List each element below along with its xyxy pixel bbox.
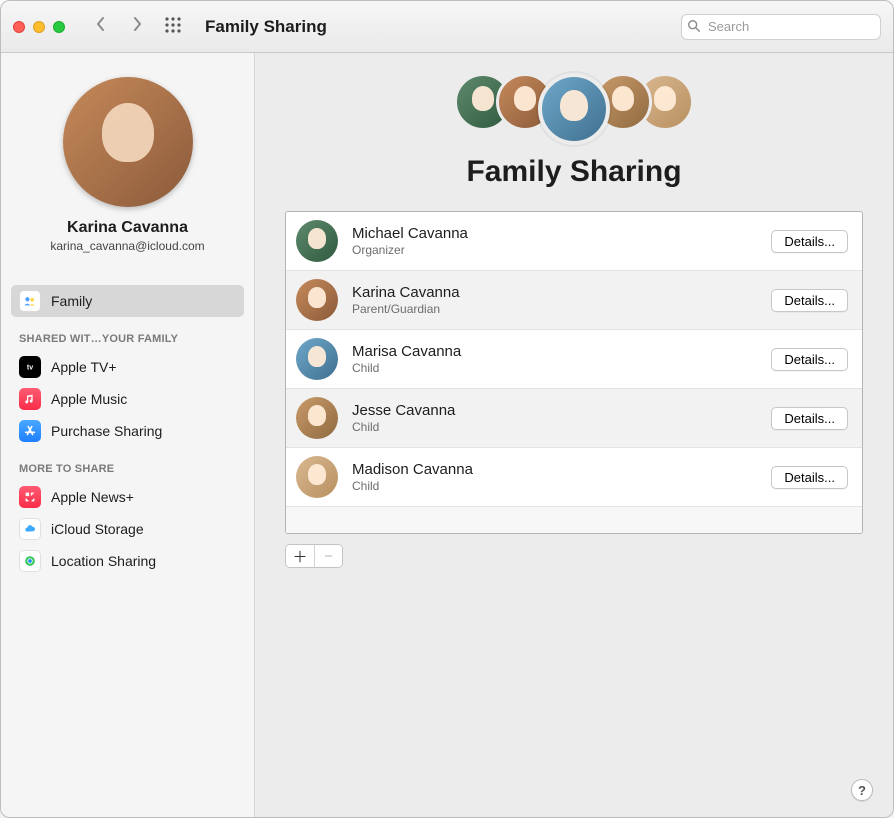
details-button[interactable]: Details... — [771, 407, 848, 430]
sidebar-item-applenews[interactable]: Apple News+ — [11, 481, 244, 513]
sidebar-item-label: Family — [51, 293, 92, 309]
findmy-icon — [19, 550, 41, 572]
question-icon: ? — [858, 783, 866, 798]
profile-avatar[interactable] — [63, 77, 193, 207]
sidebar-item-label: Apple TV+ — [51, 359, 117, 375]
member-text: Jesse CavannaChild — [352, 402, 757, 434]
window-controls — [13, 21, 65, 33]
chevron-left-icon — [95, 16, 107, 37]
content: Family Sharing Michael CavannaOrganizer D… — [255, 53, 893, 817]
member-row[interactable]: Marisa CavannaChild Details... — [286, 330, 862, 389]
sidebar-item-family[interactable]: Family — [11, 285, 244, 317]
sidebar-item-purchase-sharing[interactable]: Purchase Sharing — [11, 415, 244, 447]
search-wrap — [681, 14, 881, 40]
member-role: Child — [352, 420, 757, 434]
members-table: Michael CavannaOrganizerDetails...Karina… — [285, 211, 863, 534]
member-row[interactable]: Karina CavannaParent/Guardian Details... — [286, 271, 862, 330]
plus-icon: ＋ — [292, 546, 307, 567]
member-role: Parent/Guardian — [352, 302, 757, 316]
member-avatar — [296, 456, 338, 498]
hero-title: Family Sharing — [285, 155, 863, 189]
sidebar: Karina Cavanna karina_cavanna@icloud.com… — [1, 53, 255, 817]
sidebar-item-appletv[interactable]: tv Apple TV+ — [11, 351, 244, 383]
add-remove-control: ＋ − — [285, 544, 343, 568]
help-button[interactable]: ? — [851, 779, 873, 801]
sidebar-main-list: Family — [11, 285, 244, 317]
profile-email: karina_cavanna@icloud.com — [17, 239, 238, 253]
svg-text:tv: tv — [27, 365, 33, 372]
show-all-button[interactable] — [159, 15, 187, 39]
member-avatar — [296, 279, 338, 321]
sidebar-item-icloud-storage[interactable]: iCloud Storage — [11, 513, 244, 545]
member-avatar — [296, 397, 338, 439]
member-role: Child — [352, 361, 757, 375]
member-text: Madison CavannaChild — [352, 461, 757, 493]
minus-icon: − — [324, 548, 333, 565]
member-role: Organizer — [352, 243, 757, 257]
member-avatar — [296, 338, 338, 380]
sidebar-item-label: iCloud Storage — [51, 521, 144, 537]
news-icon — [19, 486, 41, 508]
window: Family Sharing Karina Cavanna karina_cav… — [0, 0, 894, 818]
member-text: Karina CavannaParent/Guardian — [352, 284, 757, 316]
member-role: Child — [352, 479, 757, 493]
details-button[interactable]: Details... — [771, 289, 848, 312]
profile-name: Karina Cavanna — [17, 219, 238, 237]
close-window-button[interactable] — [13, 21, 25, 33]
grid-icon — [164, 16, 182, 37]
body: Karina Cavanna karina_cavanna@icloud.com… — [1, 53, 893, 817]
search-icon — [687, 19, 701, 36]
member-row[interactable]: Michael CavannaOrganizer Details... — [286, 212, 862, 271]
appletv-icon: tv — [19, 356, 41, 378]
profile-block: Karina Cavanna karina_cavanna@icloud.com — [1, 53, 254, 271]
appstore-icon — [19, 420, 41, 442]
toolbar: Family Sharing — [1, 1, 893, 53]
sidebar-item-location-sharing[interactable]: Location Sharing — [11, 545, 244, 577]
sidebar-section-header-2: MORE TO SHARE — [1, 447, 254, 479]
stack-avatar — [538, 73, 610, 145]
member-avatar — [296, 220, 338, 262]
forward-button[interactable] — [123, 15, 151, 39]
icloud-icon — [19, 518, 41, 540]
sidebar-item-label: Apple News+ — [51, 489, 134, 505]
sidebar-section-header-1: SHARED WIT…YOUR FAMILY — [1, 317, 254, 349]
details-button[interactable]: Details... — [771, 230, 848, 253]
hero: Family Sharing — [285, 73, 863, 189]
search-input[interactable] — [681, 14, 881, 40]
sidebar-item-applemusic[interactable]: Apple Music — [11, 383, 244, 415]
family-avatar-stack — [285, 73, 863, 145]
sidebar-section2-list: Apple News+ iCloud Storage Location Shar… — [11, 481, 244, 577]
sidebar-item-label: Location Sharing — [51, 553, 156, 569]
sidebar-item-label: Apple Music — [51, 391, 127, 407]
member-name: Madison Cavanna — [352, 461, 757, 478]
add-member-button[interactable]: ＋ — [286, 545, 314, 567]
details-button[interactable]: Details... — [771, 348, 848, 371]
member-name: Michael Cavanna — [352, 225, 757, 242]
family-icon — [19, 290, 41, 312]
minimize-window-button[interactable] — [33, 21, 45, 33]
toolbar-title: Family Sharing — [205, 17, 327, 37]
sidebar-item-label: Purchase Sharing — [51, 423, 162, 439]
member-row[interactable]: Jesse CavannaChild Details... — [286, 389, 862, 448]
remove-member-button[interactable]: − — [314, 545, 342, 567]
chevron-right-icon — [131, 16, 143, 37]
member-name: Marisa Cavanna — [352, 343, 757, 360]
sidebar-section1-list: tv Apple TV+ Apple Music Purchase Sharin… — [11, 351, 244, 447]
member-row[interactable]: Madison CavannaChild Details... — [286, 448, 862, 507]
table-empty-area — [286, 507, 862, 533]
member-name: Karina Cavanna — [352, 284, 757, 301]
details-button[interactable]: Details... — [771, 466, 848, 489]
zoom-window-button[interactable] — [53, 21, 65, 33]
back-button[interactable] — [87, 15, 115, 39]
member-text: Michael CavannaOrganizer — [352, 225, 757, 257]
member-name: Jesse Cavanna — [352, 402, 757, 419]
music-icon — [19, 388, 41, 410]
member-text: Marisa CavannaChild — [352, 343, 757, 375]
